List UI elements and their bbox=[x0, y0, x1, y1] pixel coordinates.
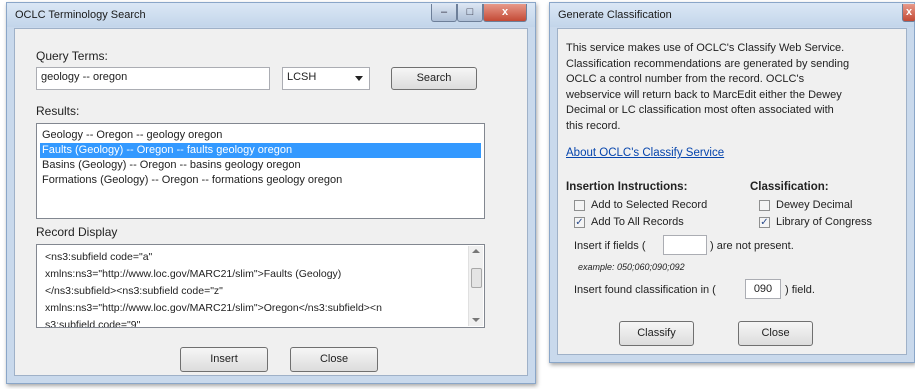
minimize-button[interactable]: – bbox=[431, 4, 457, 22]
description-text: This service makes use of OCLC's Classif… bbox=[566, 41, 849, 134]
vocabulary-select[interactable]: LCSH bbox=[282, 67, 370, 90]
results-label: Results: bbox=[36, 104, 80, 118]
vocabulary-select-value: LCSH bbox=[287, 71, 317, 83]
query-input[interactable]: geology -- oregon bbox=[36, 67, 270, 90]
insert-button[interactable]: Insert bbox=[180, 347, 268, 372]
description-line: OCLC a control number from the record. O… bbox=[566, 73, 805, 85]
query-terms-label: Query Terms: bbox=[36, 49, 108, 63]
title-bar[interactable]: OCLC Terminology Search – □ x bbox=[7, 3, 535, 27]
description-line: webservice will return back to MarcEdit … bbox=[566, 88, 842, 101]
results-list[interactable]: Geology -- Oregon -- geology oregon Faul… bbox=[36, 123, 485, 219]
record-line: <ns3:subfield code="a" bbox=[45, 251, 153, 263]
window-title: OCLC Terminology Search bbox=[15, 9, 146, 21]
insert-if-prefix: Insert if fields ( bbox=[574, 240, 646, 252]
scroll-up-icon[interactable] bbox=[472, 249, 480, 253]
close-button[interactable]: x bbox=[902, 4, 915, 22]
about-classify-link[interactable]: About OCLC's Classify Service bbox=[566, 147, 724, 159]
search-client-area: Query Terms: geology -- oregon LCSH Sear… bbox=[14, 28, 528, 376]
classification-heading: Classification: bbox=[750, 181, 829, 193]
record-display-label: Record Display bbox=[36, 225, 118, 239]
maximize-icon: □ bbox=[466, 6, 474, 18]
window-title: Generate Classification bbox=[558, 9, 672, 21]
dewey-checkbox[interactable] bbox=[759, 200, 770, 211]
search-button[interactable]: Search bbox=[391, 67, 477, 90]
description-line: Decimal or LC classification most often … bbox=[566, 104, 834, 116]
list-item[interactable]: Formations (Geology) -- Oregon -- format… bbox=[40, 173, 481, 188]
close-dialog-button[interactable]: Close bbox=[290, 347, 378, 372]
maximize-button[interactable]: □ bbox=[457, 4, 483, 22]
chevron-down-icon bbox=[355, 76, 363, 81]
found-field-input[interactable]: 090 bbox=[745, 279, 781, 299]
insert-if-suffix: ) are not present. bbox=[710, 240, 794, 252]
example-text: example: 050;060;090;092 bbox=[578, 262, 685, 272]
record-line: xmlns:ns3="http://www.loc.gov/MARC21/sli… bbox=[45, 268, 342, 280]
list-item-selected[interactable]: Faults (Geology) -- Oregon -- faults geo… bbox=[40, 143, 481, 158]
found-field-value: 090 bbox=[753, 283, 773, 295]
loc-label: Library of Congress bbox=[776, 216, 872, 228]
insert-if-fields-input[interactable] bbox=[663, 235, 707, 255]
close-icon: x bbox=[501, 6, 509, 18]
query-input-value: geology -- oregon bbox=[41, 71, 128, 83]
loc-checkbox[interactable]: ✓ bbox=[759, 217, 770, 228]
classify-client-area: This service makes use of OCLC's Classif… bbox=[557, 28, 907, 355]
record-scrollbar[interactable] bbox=[468, 246, 483, 326]
insertion-instructions-heading: Insertion Instructions: bbox=[566, 181, 688, 193]
add-all-checkbox[interactable]: ✓ bbox=[574, 217, 585, 228]
generate-classification-window: Generate Classification x This service m… bbox=[549, 2, 915, 363]
record-line: </ns3:subfield><ns3:subfield code="z" bbox=[45, 285, 223, 297]
classify-button[interactable]: Classify bbox=[619, 321, 694, 346]
close-dialog-button[interactable]: Close bbox=[738, 321, 813, 346]
record-line: xmlns:ns3="http://www.loc.gov/MARC21/sli… bbox=[45, 302, 382, 314]
found-prefix: Insert found classification in ( bbox=[574, 284, 716, 296]
title-bar[interactable]: Generate Classification x bbox=[550, 3, 915, 27]
list-item[interactable]: Basins (Geology) -- Oregon -- basins geo… bbox=[40, 158, 481, 173]
add-all-label: Add To All Records bbox=[591, 216, 684, 228]
scroll-down-icon[interactable] bbox=[472, 318, 480, 322]
minimize-icon: – bbox=[440, 6, 448, 18]
record-display[interactable]: <ns3:subfield code="a" xmlns:ns3="http:/… bbox=[36, 244, 485, 328]
list-item[interactable]: Geology -- Oregon -- geology oregon bbox=[40, 128, 481, 143]
checkmark-icon: ✓ bbox=[760, 217, 769, 228]
close-button[interactable]: x bbox=[483, 4, 527, 22]
description-line: This service makes use of OCLC's Classif… bbox=[566, 42, 845, 54]
description-line: this record. bbox=[566, 119, 621, 132]
scroll-thumb[interactable] bbox=[471, 268, 482, 288]
add-selected-checkbox[interactable] bbox=[574, 200, 585, 211]
add-selected-label: Add to Selected Record bbox=[591, 199, 708, 211]
close-icon: x bbox=[905, 6, 913, 18]
dewey-label: Dewey Decimal bbox=[776, 199, 853, 211]
oclc-search-window: OCLC Terminology Search – □ x Query Term… bbox=[6, 2, 536, 384]
record-line: s3:subfield code="9" bbox=[45, 319, 141, 327]
checkmark-icon: ✓ bbox=[575, 217, 584, 228]
description-line: Classification recommendations are gener… bbox=[566, 57, 850, 70]
found-suffix: ) field. bbox=[785, 284, 815, 296]
